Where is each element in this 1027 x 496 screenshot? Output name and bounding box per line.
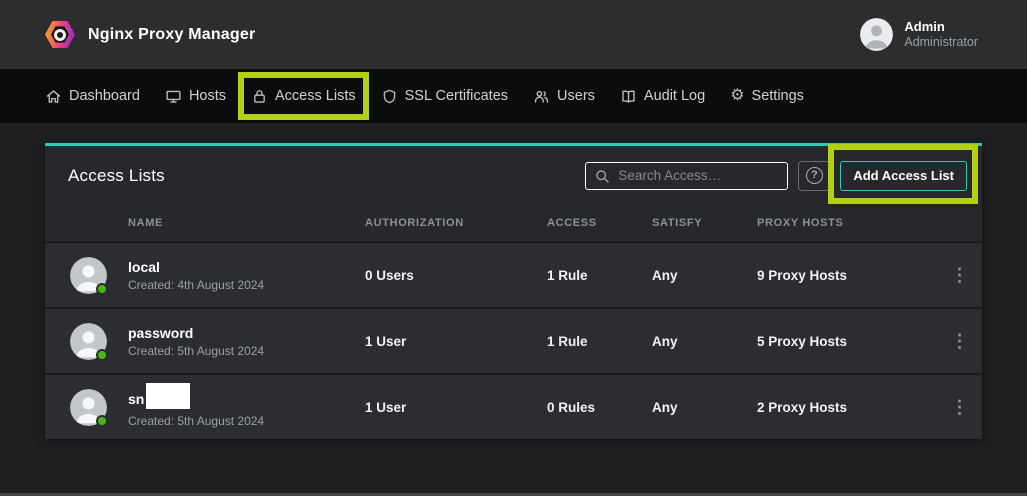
lock-icon bbox=[251, 88, 268, 105]
user-text: Admin Administrator bbox=[904, 19, 978, 51]
access-cell: 1 Rule bbox=[547, 334, 652, 349]
status-dot bbox=[96, 349, 108, 361]
nav-item-hosts[interactable]: Hosts bbox=[165, 88, 226, 105]
app-title: Nginx Proxy Manager bbox=[88, 26, 255, 44]
authorization-cell: 0 Users bbox=[365, 268, 547, 283]
access-list-created: Created: 5th August 2024 bbox=[128, 344, 365, 358]
column-header-authorization: AUTHORIZATION bbox=[365, 217, 547, 229]
monitor-icon bbox=[165, 88, 182, 105]
nav-label: Hosts bbox=[189, 88, 226, 104]
screen: Nginx Proxy Manager Admin Administrator … bbox=[0, 0, 1027, 496]
help-button[interactable]: ? bbox=[798, 161, 830, 191]
nav-item-users[interactable]: Users bbox=[533, 88, 595, 105]
satisfy-cell: Any bbox=[652, 268, 757, 283]
panel-title: Access Lists bbox=[68, 166, 165, 186]
search-input[interactable] bbox=[585, 162, 788, 190]
book-icon bbox=[620, 88, 637, 105]
nav-item-dashboard[interactable]: Dashboard bbox=[45, 88, 140, 105]
access-list-avatar bbox=[70, 323, 107, 360]
satisfy-cell: Any bbox=[652, 334, 757, 349]
table-row-local[interactable]: local Created: 4th August 2024 0 Users 1… bbox=[45, 241, 982, 307]
nav-label: Users bbox=[557, 88, 595, 104]
user-menu[interactable]: Admin Administrator bbox=[860, 18, 978, 51]
column-header-proxy-hosts: PROXY HOSTS bbox=[757, 217, 937, 229]
user-avatar bbox=[860, 18, 893, 51]
panel-header: Access Lists ? Add Access List bbox=[45, 146, 982, 205]
nav-item-ssl-certificates[interactable]: SSL Certificates bbox=[381, 88, 508, 105]
row-actions-menu-icon[interactable]: ⋮ bbox=[945, 398, 975, 416]
status-dot bbox=[96, 415, 108, 427]
authorization-cell: 1 User bbox=[365, 334, 547, 349]
user-name: Admin bbox=[904, 19, 978, 35]
home-icon bbox=[45, 88, 62, 105]
shield-icon bbox=[381, 88, 398, 105]
table-row-password[interactable]: password Created: 5th August 2024 1 User… bbox=[45, 307, 982, 373]
nav-item-settings[interactable]: ⚙ Settings bbox=[730, 88, 804, 104]
nav-item-audit-log[interactable]: Audit Log bbox=[620, 88, 705, 105]
nav-label: Dashboard bbox=[69, 88, 140, 104]
search-box bbox=[585, 162, 788, 190]
row-actions-menu-icon[interactable]: ⋮ bbox=[945, 332, 975, 350]
authorization-cell: 1 User bbox=[365, 400, 547, 415]
access-lists-panel: Access Lists ? Add Access List NAME AUTH… bbox=[45, 143, 982, 439]
access-list-avatar bbox=[70, 389, 107, 426]
add-access-list-button[interactable]: Add Access List bbox=[840, 161, 967, 191]
add-button-wrap: Add Access List bbox=[840, 161, 967, 191]
proxy-hosts-cell: 5 Proxy Hosts bbox=[757, 334, 937, 349]
row-actions-menu-icon[interactable]: ⋮ bbox=[945, 266, 975, 284]
app-logo-icon[interactable] bbox=[45, 20, 75, 50]
user-role: Administrator bbox=[904, 35, 978, 51]
access-list-name: local bbox=[128, 258, 365, 276]
panel-controls: ? Add Access List bbox=[585, 161, 967, 191]
access-list-name: password bbox=[128, 324, 365, 342]
proxy-hosts-cell: 9 Proxy Hosts bbox=[757, 268, 937, 283]
proxy-hosts-cell: 2 Proxy Hosts bbox=[757, 400, 937, 415]
nav-label: Audit Log bbox=[644, 88, 705, 104]
nav-label: Settings bbox=[752, 88, 804, 104]
satisfy-cell: Any bbox=[652, 400, 757, 415]
status-dot bbox=[96, 283, 108, 295]
access-cell: 0 Rules bbox=[547, 400, 652, 415]
main-nav: Dashboard Hosts Access Lists SSL Certifi… bbox=[0, 69, 1027, 123]
nav-label: Access Lists bbox=[275, 88, 356, 104]
access-list-name: sn bbox=[128, 386, 365, 412]
redaction-box bbox=[146, 383, 190, 409]
column-header-access: ACCESS bbox=[547, 217, 652, 229]
access-list-created: Created: 4th August 2024 bbox=[128, 278, 365, 292]
users-icon bbox=[533, 88, 550, 105]
table-row-redacted[interactable]: sn Created: 5th August 2024 1 User 0 Rul… bbox=[45, 373, 982, 439]
column-header-name: NAME bbox=[128, 217, 365, 229]
nav-item-access-lists[interactable]: Access Lists bbox=[251, 88, 356, 105]
access-cell: 1 Rule bbox=[547, 268, 652, 283]
help-icon: ? bbox=[806, 167, 823, 184]
column-header-satisfy: SATISFY bbox=[652, 217, 757, 229]
brand: Nginx Proxy Manager bbox=[45, 20, 255, 50]
access-list-avatar bbox=[70, 257, 107, 294]
nav-label: SSL Certificates bbox=[405, 88, 508, 104]
app-header: Nginx Proxy Manager Admin Administrator bbox=[0, 0, 1027, 69]
table-header: NAME AUTHORIZATION ACCESS SATISFY PROXY … bbox=[45, 205, 982, 241]
gear-icon: ⚙ bbox=[730, 88, 744, 104]
access-list-created: Created: 5th August 2024 bbox=[128, 414, 365, 428]
